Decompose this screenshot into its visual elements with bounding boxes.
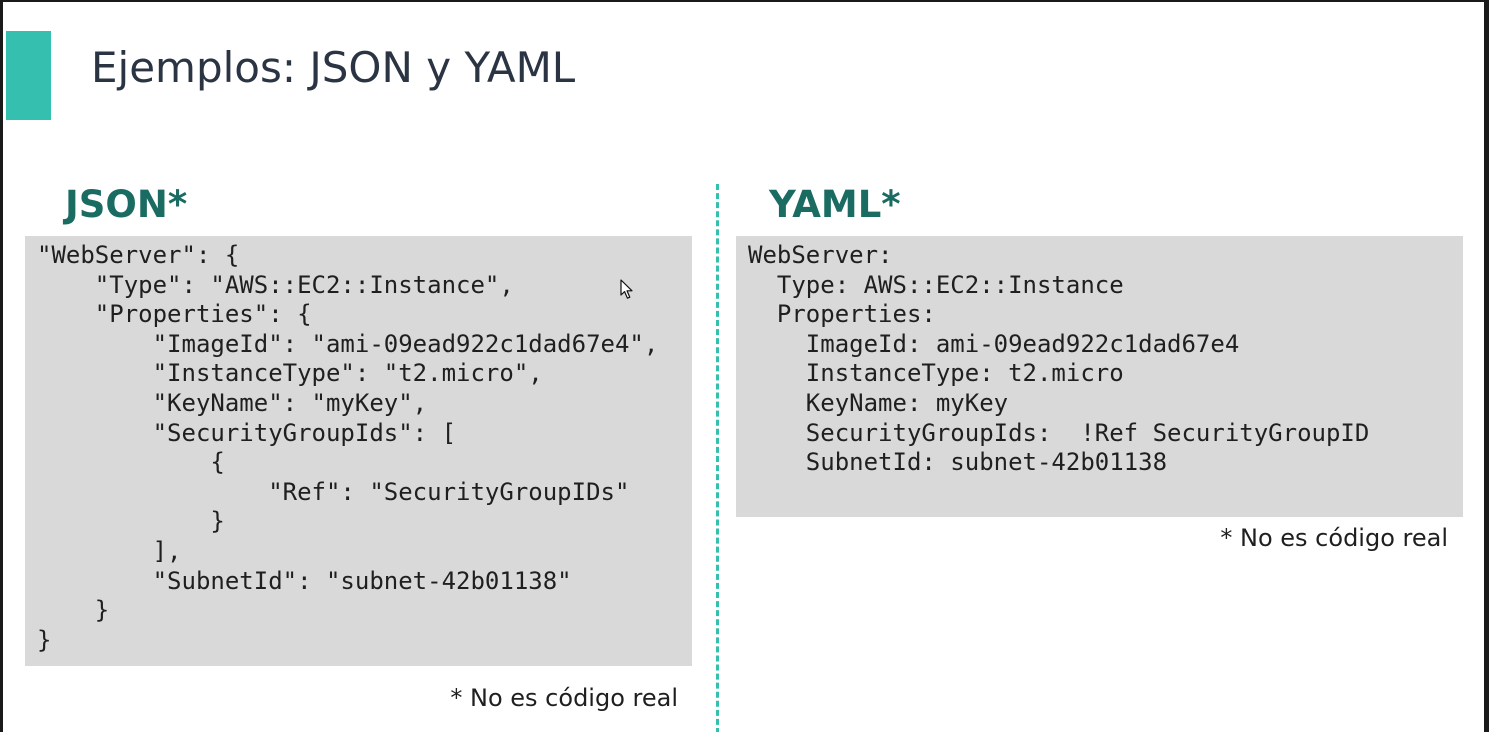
json-code-block: "WebServer": { "Type": "AWS::EC2::Instan… bbox=[25, 236, 692, 666]
json-footnote: * No es código real bbox=[450, 684, 678, 712]
json-heading: JSON* bbox=[65, 183, 188, 226]
json-code-line: "ImageId": "ami-09ead922c1dad67e4", bbox=[37, 329, 659, 358]
mouse-pointer-icon bbox=[620, 279, 633, 299]
json-code-line: "KeyName": "myKey", bbox=[37, 388, 428, 417]
yaml-code-line: InstanceType: t2.micro bbox=[748, 359, 1124, 388]
json-code-line: "Ref": "SecurityGroupIDs" bbox=[37, 477, 630, 506]
json-code-line: ], bbox=[37, 536, 182, 565]
json-code-line: "SubnetId": "subnet-42b01138" bbox=[37, 566, 572, 595]
slide-title: Ejemplos: JSON y YAML bbox=[91, 43, 576, 92]
yaml-code-line: WebServer: bbox=[748, 241, 893, 269]
json-code-line: } bbox=[37, 507, 225, 536]
yaml-code-line: KeyName: myKey bbox=[748, 388, 1009, 417]
title-accent-bar bbox=[6, 31, 51, 120]
presentation-slide: Ejemplos: JSON y YAML JSON* YAML* "WebSe… bbox=[0, 0, 1489, 732]
yaml-code-line: Type: AWS::EC2::Instance bbox=[748, 270, 1124, 299]
json-code-line: "Type": "AWS::EC2::Instance", bbox=[37, 270, 514, 299]
yaml-code-line: SecurityGroupIds: !Ref SecurityGroupID bbox=[748, 418, 1370, 447]
yaml-code-line: ImageId: ami-09ead922c1dad67e4 bbox=[748, 329, 1240, 358]
yaml-footnote: * No es código real bbox=[1220, 524, 1448, 552]
json-code-line: { bbox=[37, 448, 225, 477]
json-code-line: "SecurityGroupIds": [ bbox=[37, 418, 457, 447]
yaml-heading: YAML* bbox=[769, 183, 901, 226]
yaml-code-block: WebServer: Type: AWS::EC2::Instance Prop… bbox=[736, 236, 1463, 517]
yaml-code-line: SubnetId: subnet-42b01138 bbox=[748, 448, 1168, 477]
json-code-line: "Properties": { bbox=[37, 300, 312, 329]
yaml-code-line: Properties: bbox=[748, 300, 936, 329]
json-code-line: } bbox=[37, 596, 110, 625]
panel-divider bbox=[716, 184, 719, 732]
json-code-line: "WebServer": { bbox=[37, 241, 240, 269]
json-code-line: } bbox=[37, 625, 52, 654]
json-code-line: "InstanceType": "t2.micro", bbox=[37, 359, 543, 388]
